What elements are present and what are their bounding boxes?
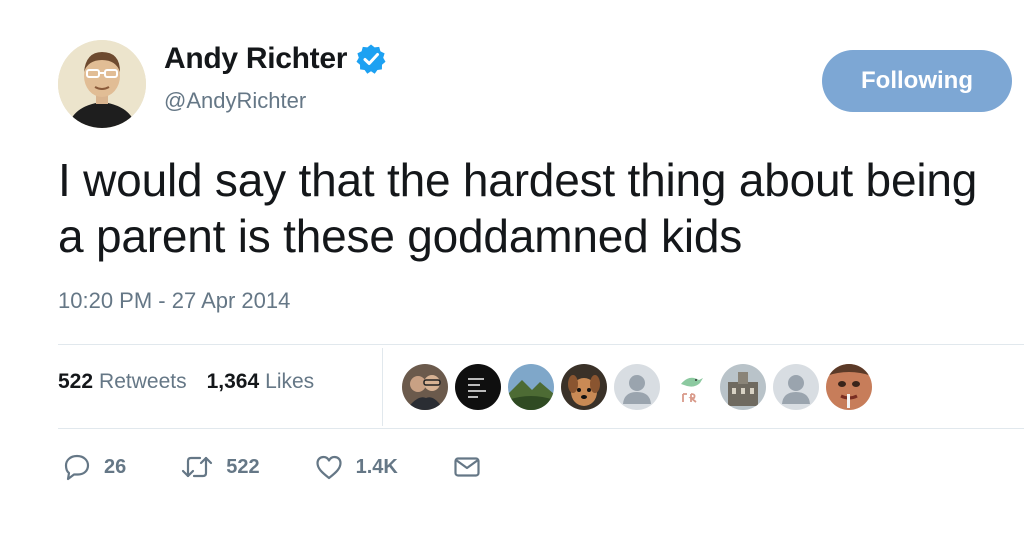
tweet-text: I would say that the hardest thing about… xyxy=(58,154,978,262)
default-person-avatar[interactable] xyxy=(773,364,819,410)
reply-icon xyxy=(64,454,90,481)
reply-count: 26 xyxy=(104,455,127,478)
profile-avatar[interactable] xyxy=(58,40,146,128)
retweets-label: Retweets xyxy=(99,370,187,393)
retweet-button[interactable]: 522 xyxy=(180,452,260,482)
retweets-count: 522 xyxy=(58,370,94,393)
likers-avatar-row xyxy=(402,364,879,410)
engagement-stats: 522 Retweets 1,364 Likes xyxy=(58,370,334,394)
stats-separator xyxy=(382,348,383,426)
reply-button[interactable]: 26 xyxy=(62,452,126,482)
retweet-icon xyxy=(182,456,213,478)
user-name[interactable]: Andy Richter xyxy=(164,42,347,76)
bird-jr-logo-avatar[interactable] xyxy=(667,364,713,410)
retweets-stat[interactable]: 522 Retweets xyxy=(58,370,187,394)
likes-label: Likes xyxy=(265,370,315,393)
divider xyxy=(58,428,1024,429)
likes-count: 1,364 xyxy=(206,370,260,393)
couple-photo-avatar[interactable] xyxy=(402,364,448,410)
following-button[interactable]: Following xyxy=(822,50,1012,112)
tweet-timestamp[interactable]: 10:20 PM - 27 Apr 2014 xyxy=(58,288,290,314)
user-handle[interactable]: @AndyRichter xyxy=(164,88,306,114)
divider xyxy=(58,344,1024,345)
like-button[interactable]: 1.4K xyxy=(314,452,398,482)
user-name-row: Andy Richter xyxy=(164,42,387,76)
likes-stat[interactable]: 1,364 Likes xyxy=(207,370,315,394)
heart-icon xyxy=(316,455,342,480)
dog-avatar[interactable] xyxy=(561,364,607,410)
tweet-actions: 26 522 1.4K xyxy=(62,452,548,482)
verified-badge-icon xyxy=(355,43,387,75)
default-person-avatar[interactable] xyxy=(614,364,660,410)
like-count: 1.4K xyxy=(355,455,398,478)
direct-message-button[interactable] xyxy=(452,452,494,482)
building-avatar[interactable] xyxy=(720,364,766,410)
black-logo-avatar[interactable] xyxy=(455,364,501,410)
retweet-count: 522 xyxy=(226,455,260,478)
face-closeup-avatar[interactable] xyxy=(826,364,872,410)
landscape-avatar[interactable] xyxy=(508,364,554,410)
envelope-icon xyxy=(454,457,480,477)
